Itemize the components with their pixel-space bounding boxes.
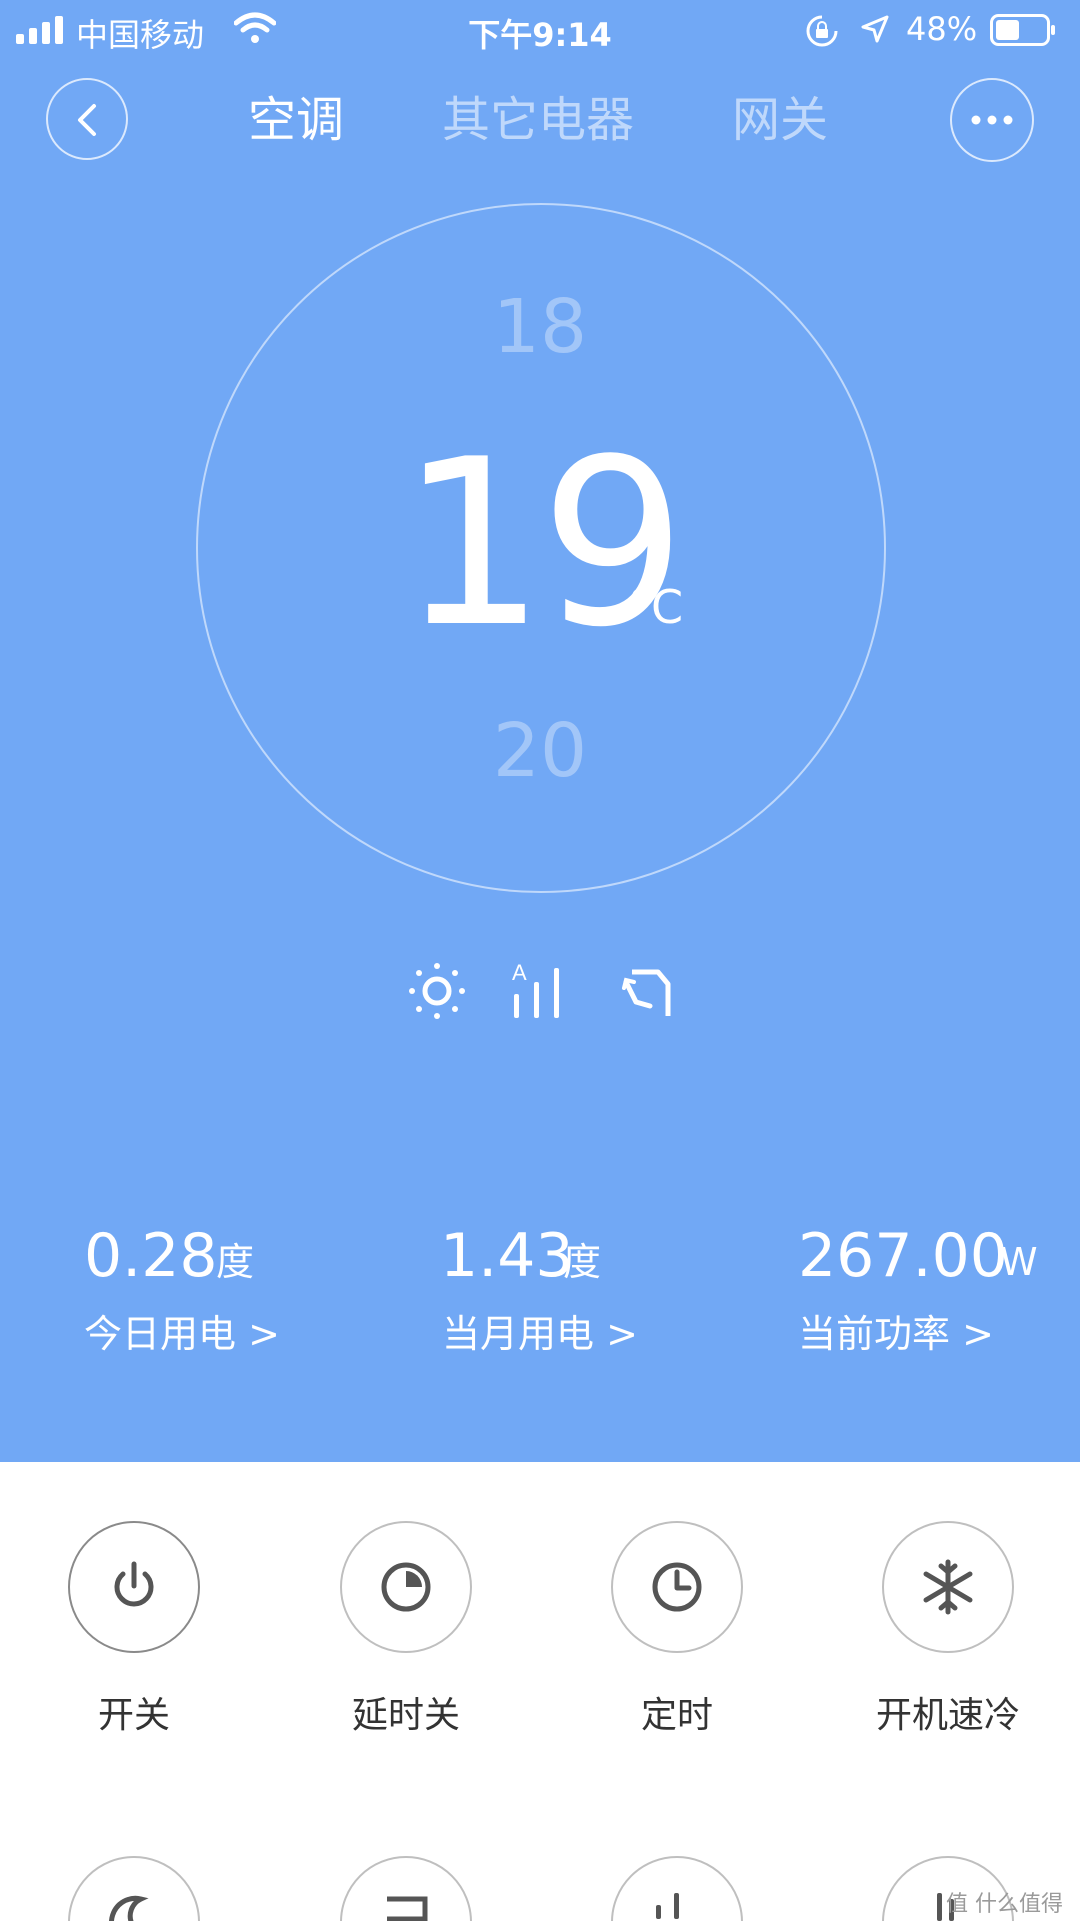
current-power-link[interactable]: 当前功率 > <box>798 1310 994 1358</box>
chevron-left-icon <box>78 104 96 136</box>
tab-gateway[interactable]: 网关 <box>732 88 828 152</box>
temperature-next[interactable]: 20 <box>0 714 1080 788</box>
auto-fan-speed-icon[interactable]: A <box>508 958 574 1024</box>
month-usage-unit: 度 <box>563 1240 602 1284</box>
ac-control-panel: 中国移动 下午9:14 48% 空调 其它电器 网关 18 19 °C 20 A… <box>0 0 1080 1462</box>
timer-button[interactable] <box>611 1521 743 1653</box>
more-options-button[interactable] <box>950 78 1034 162</box>
fan-speed-icon <box>656 1893 679 1919</box>
temperature-previous[interactable]: 18 <box>0 290 1080 364</box>
snowflake-icon <box>923 1559 973 1615</box>
today-usage-value: 0.28 <box>84 1221 218 1291</box>
timer-label: 定时 <box>640 1695 713 1736</box>
more-horizontal-icon <box>971 115 1013 125</box>
today-usage-link[interactable]: 今日用电 > <box>84 1310 280 1358</box>
svg-text:A: A <box>512 960 527 985</box>
status-bar: 中国移动 下午9:14 48% <box>0 0 1080 60</box>
location-arrow-icon <box>861 15 889 43</box>
month-usage-link[interactable]: 当月用电 > <box>442 1310 638 1358</box>
watermark: 值 什么值得买 <box>946 1892 1063 1917</box>
fan-speed-button[interactable] <box>611 1856 743 1921</box>
swing-icon[interactable] <box>614 958 680 1024</box>
rotation-lock-icon <box>806 15 838 47</box>
tab-air-conditioner[interactable]: 空调 <box>248 88 344 152</box>
battery-percent: 48% <box>906 10 978 48</box>
mode-button[interactable] <box>340 1856 472 1921</box>
month-usage-value: 1.43 <box>440 1221 574 1291</box>
sleep-mode-button[interactable] <box>68 1856 200 1921</box>
temperature-unit: °C <box>628 580 684 634</box>
sun-icon[interactable] <box>404 958 470 1024</box>
battery-icon <box>990 14 1055 46</box>
delay-off-label: 延时关 <box>351 1695 460 1736</box>
power-label: 开关 <box>97 1695 170 1736</box>
quick-cool-button[interactable] <box>882 1521 1014 1653</box>
today-usage-unit: 度 <box>216 1240 255 1284</box>
current-power-value: 267.00 <box>798 1221 1008 1291</box>
current-power-unit: W <box>1000 1240 1038 1284</box>
delay-off-icon <box>381 1562 431 1612</box>
power-icon <box>114 1561 154 1607</box>
clock-icon <box>652 1562 702 1612</box>
power-button[interactable] <box>68 1521 200 1653</box>
delay-off-button[interactable] <box>340 1521 472 1653</box>
temperature-current: 19 <box>399 411 687 678</box>
moon-icon <box>109 1895 149 1921</box>
tab-other-appliances[interactable]: 其它电器 <box>442 88 634 152</box>
quick-cool-label: 开机速冷 <box>875 1695 1020 1736</box>
mode-icon <box>387 1896 428 1921</box>
back-button[interactable] <box>46 78 128 160</box>
app-root: 中国移动 下午9:14 48% 空调 其它电器 网关 18 19 °C 20 A… <box>0 0 1080 1921</box>
